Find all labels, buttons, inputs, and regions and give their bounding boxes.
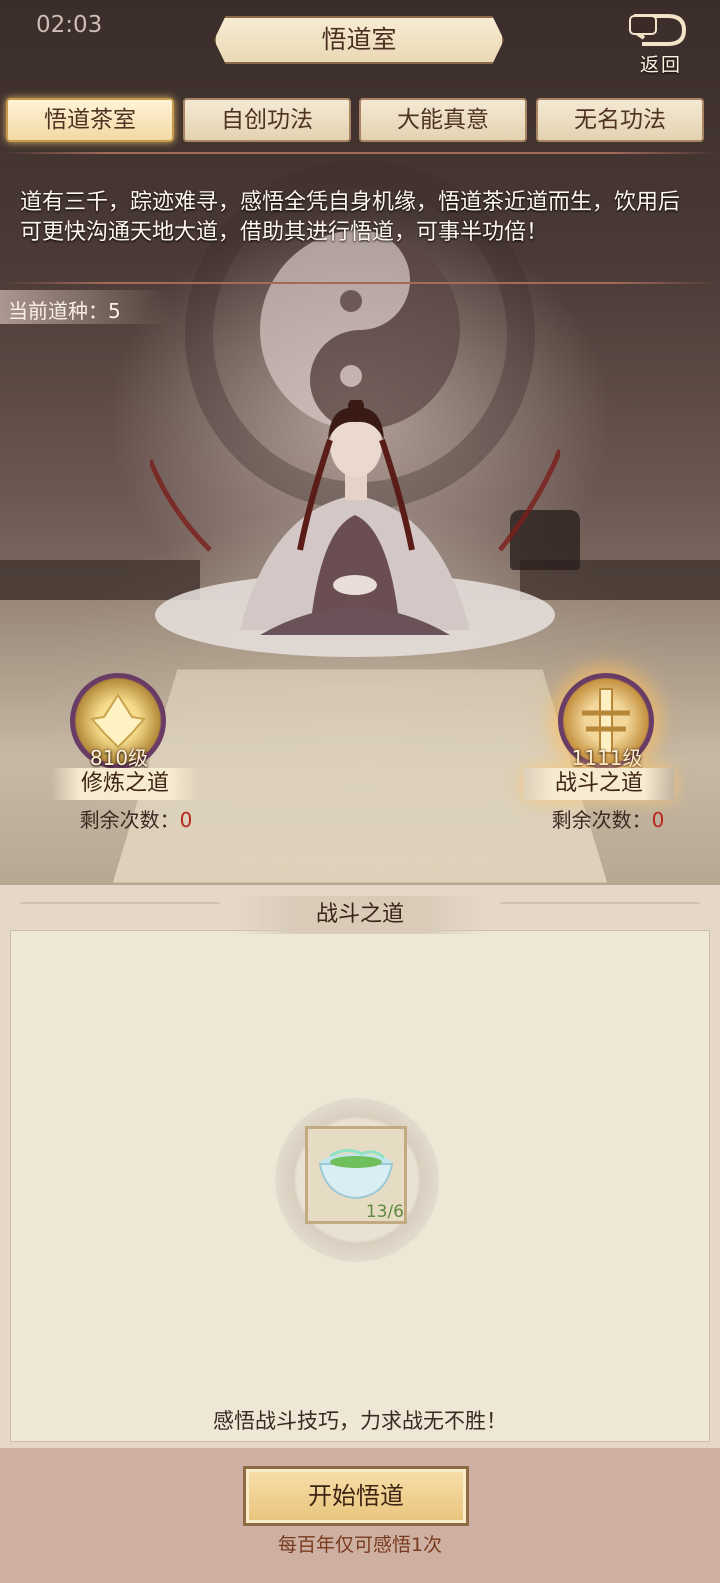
remaining-label: 剩余次数：	[79, 808, 180, 832]
intro-text: 道有三千，踪迹难寻，感悟全凭自身机缘，悟道茶近道而生，饮用后可更快沟通天地大道，…	[20, 190, 681, 245]
panel-title: 战斗之道	[315, 902, 404, 927]
remaining-count: 0	[179, 808, 193, 832]
start-enlightenment-button[interactable]: 开始悟道	[243, 1466, 469, 1526]
tab-tea-room[interactable]: 悟道茶室	[6, 98, 174, 142]
combat-dao-level: 1111级	[571, 746, 643, 770]
tab-self-created-technique[interactable]: 自创功法	[183, 98, 351, 142]
item-count: 13/6	[365, 1202, 404, 1222]
page-title: 悟道室	[321, 25, 397, 54]
cultivation-dao-button[interactable]: 修炼之道	[50, 768, 200, 800]
yang-dot	[340, 365, 362, 387]
cultivation-dao-level: 810级	[89, 746, 149, 770]
tea-bowl-icon	[318, 1149, 394, 1200]
back-arrow-icon[interactable]	[628, 12, 688, 48]
tab-nameless-technique[interactable]: 无名功法	[536, 98, 704, 142]
tab-great-power-intent[interactable]: 大能真意	[359, 98, 527, 142]
dao-description: 感悟战斗技巧，力求战无不胜！	[213, 1409, 507, 1433]
back-button[interactable]: 返回	[640, 50, 682, 77]
intro-divider	[0, 282, 720, 284]
limit-note: 每百年仅可感悟1次	[277, 1534, 443, 1556]
dao-seed-count: 当前道种：5	[8, 299, 121, 323]
cloud-decor-right	[500, 902, 700, 924]
remaining-count: 0	[651, 808, 665, 832]
combat-remaining: 剩余次数：0	[518, 804, 698, 833]
combat-dao-button[interactable]: 战斗之道	[524, 768, 674, 800]
screen: 02:03 悟道室 返回 悟道茶室 自创功法 大能真意 无名功法 道有三千，踪迹…	[0, 0, 720, 1583]
yin-dot	[340, 290, 362, 312]
cloud-decor-left	[20, 902, 220, 924]
tab-divider	[0, 152, 720, 154]
remaining-label: 剩余次数：	[551, 808, 652, 832]
meditating-cultivator	[150, 400, 560, 657]
cultivation-remaining: 剩余次数：0	[46, 804, 226, 833]
status-time: 02:03	[36, 12, 103, 38]
